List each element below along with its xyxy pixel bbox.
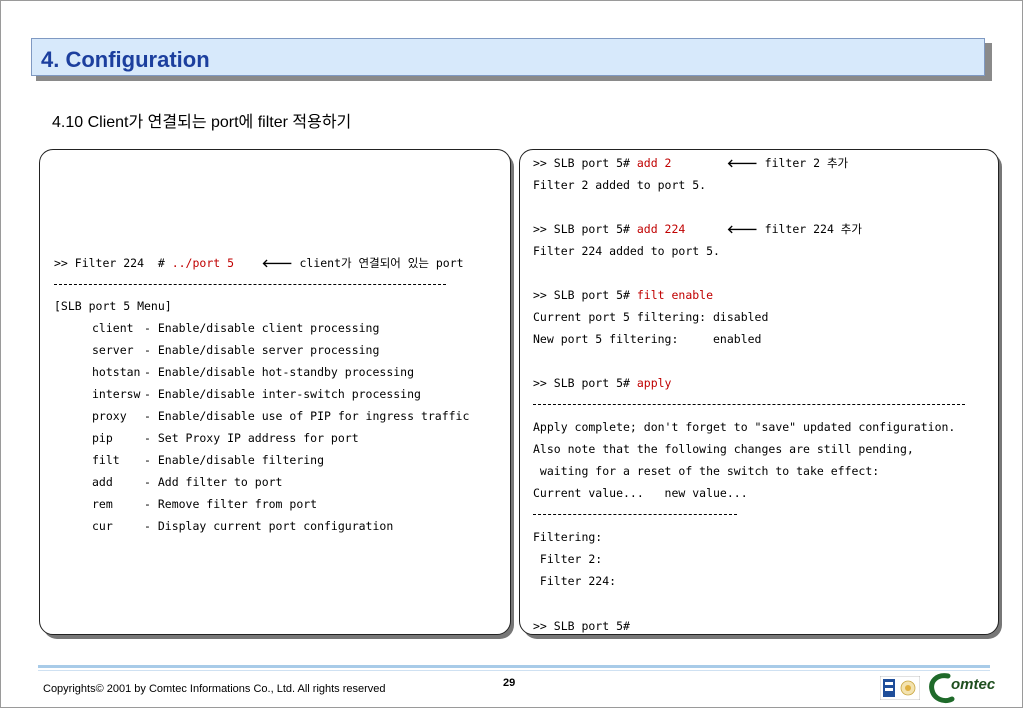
- left-arrow-icon: 🡐: [726, 222, 758, 236]
- menu-item-desc: - Add filter to port: [144, 475, 283, 489]
- menu-item-desc: - Enable/disable use of PIP for ingress …: [144, 409, 470, 423]
- menu-item-cmd: client: [92, 321, 134, 335]
- certification-badge-icon: [880, 676, 920, 700]
- menu-item-cmd: proxy: [92, 409, 127, 423]
- cmd-add-2: add 2: [636, 156, 672, 170]
- menu-item-cmd: cur: [92, 519, 113, 533]
- menu-item-cmd: add: [92, 475, 113, 489]
- title-bar: 4. Configuration: [31, 38, 985, 76]
- cmd-add-224: add 224: [636, 222, 686, 236]
- menu-item-desc: - Remove filter from port: [144, 497, 318, 511]
- menu-item-desc: - Set Proxy IP address for port: [144, 431, 359, 445]
- menu-item-desc: - Enable/disable server processing: [144, 343, 380, 357]
- left-command-note: client가 연결되어 있는 port: [292, 256, 464, 270]
- right-line-pend1: Filtering:: [533, 530, 603, 544]
- menu-item-desc: - Enable/disable hot-standby processing: [144, 365, 415, 379]
- left-command-input: ../port 5: [171, 256, 235, 270]
- footer-rule: [38, 665, 990, 668]
- right-divider-2: [533, 514, 737, 515]
- menu-item-desc: - Enable/disable inter-switch processing: [144, 387, 421, 401]
- right-line-cmd2: >> SLB port 5# add 224 🡐 filter 224 추가: [533, 222, 862, 236]
- right-divider-1: [533, 404, 965, 405]
- menu-item-cmd: pip: [92, 431, 113, 445]
- menu-item-cmd: intersw: [92, 387, 141, 401]
- menu-item-cmd: hotstan: [92, 365, 141, 379]
- menu-item-desc: - Enable/disable client processing: [144, 321, 380, 335]
- right-line-apply1: Apply complete; don't forget to "save" u…: [533, 420, 956, 434]
- footer-rule-thin: [38, 670, 990, 671]
- right-line-pend3: Filter 224:: [533, 574, 617, 588]
- menu-item-cmd: filt: [92, 453, 120, 467]
- slide-title: 4. Configuration: [41, 47, 210, 72]
- left-arrow-icon: 🡐: [261, 256, 293, 270]
- left-arrow-icon: 🡐: [726, 156, 758, 170]
- right-line-out3a: Current port 5 filtering: disabled: [533, 310, 769, 324]
- right-line-apply3: waiting for a reset of the switch to tak…: [533, 464, 880, 478]
- cmd-apply: apply: [636, 376, 672, 390]
- right-line-out2: Filter 224 added to port 5.: [533, 244, 720, 258]
- copyright-text: Copyrights© 2001 by Comtec Informations …: [43, 683, 386, 695]
- cmd-filt-enable: filt enable: [636, 288, 714, 302]
- slide-subtitle: 4.10 Client가 연결되는 port에 filter 적용하기: [52, 114, 352, 131]
- right-line-out1: Filter 2 added to port 5.: [533, 178, 707, 192]
- left-command-line: >> Filter 224 # ../port 5 🡐 client가 연결되어…: [54, 256, 464, 270]
- menu-title: [SLB port 5 Menu]: [54, 299, 172, 313]
- right-line-final-prompt: >> SLB port 5#: [533, 619, 630, 633]
- menu-item-cmd: server: [92, 343, 134, 357]
- right-line-out3b: New port 5 filtering: enabled: [533, 332, 762, 346]
- comtec-logo-wordmark: omtec: [951, 676, 996, 693]
- left-command-prompt: >> Filter 224 #: [54, 256, 172, 270]
- right-line-cmd3: >> SLB port 5# filt enable: [533, 288, 714, 302]
- right-line-cmd1: >> SLB port 5# add 2 🡐 filter 2 추가: [533, 156, 849, 170]
- left-divider: [54, 284, 446, 285]
- menu-item-desc: - Enable/disable filtering: [144, 453, 325, 467]
- menu-item-desc: - Display current port configuration: [144, 519, 394, 533]
- right-line-cmd4: >> SLB port 5# apply: [533, 376, 672, 390]
- right-line-pend2: Filter 2:: [533, 552, 603, 566]
- menu-item-cmd: rem: [92, 497, 113, 511]
- right-line-apply4: Current value... new value...: [533, 486, 748, 500]
- right-line-apply2: Also note that the following changes are…: [533, 442, 914, 456]
- page-number: 29: [503, 677, 516, 689]
